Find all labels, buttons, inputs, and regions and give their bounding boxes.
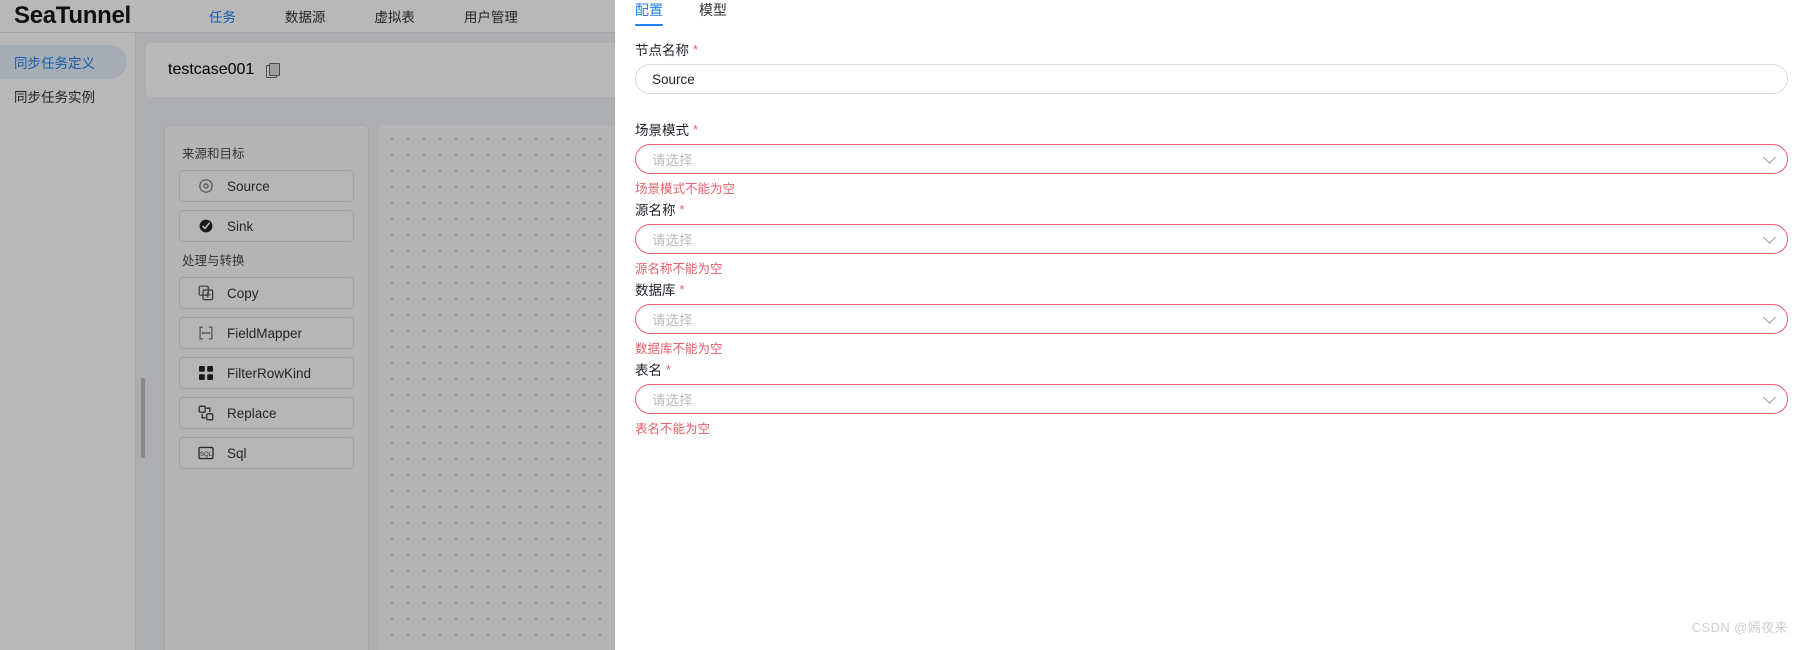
field-label-text: 源名称 <box>635 203 676 218</box>
panel-scrollbar[interactable] <box>141 378 145 458</box>
app-root: SeaTunnel 任务 数据源 虚拟表 用户管理 同步任务定义 同步任务实例 … <box>0 0 1808 650</box>
select-placeholder: 请选择 <box>652 313 693 328</box>
tab-model[interactable]: 模型 <box>699 0 727 26</box>
field-label: 场景模式 * <box>635 116 1788 142</box>
required-asterisk: * <box>693 41 699 57</box>
sidebar-item-task-instance[interactable]: 同步任务实例 <box>0 79 127 113</box>
target-circle-icon <box>199 179 213 193</box>
dag-canvas[interactable] <box>378 125 615 650</box>
sql-box-icon: SQL <box>198 446 214 460</box>
chevron-down-icon <box>1763 151 1776 164</box>
field-scene-mode: 场景模式 * 请选择 场景模式不能为空 <box>635 116 1788 196</box>
svg-text:SQL: SQL <box>200 452 213 458</box>
field-label-text: 场景模式 <box>635 123 689 138</box>
replace-icon <box>198 405 214 421</box>
palette-item-source[interactable]: Source <box>179 170 354 202</box>
palette-item-replace[interactable]: Replace <box>179 397 354 429</box>
config-form: 节点名称 * Source 场景模式 * 请选择 场景模式不能为空 源名称 * … <box>615 28 1808 436</box>
palette-item-copy[interactable]: Copy <box>179 277 354 309</box>
palette-item-sql[interactable]: SQL Sql <box>179 437 354 469</box>
copy-icon[interactable] <box>266 63 281 78</box>
main-nav: 任务 数据源 虚拟表 用户管理 <box>209 6 518 26</box>
table-name-select[interactable]: 请选择 <box>635 384 1788 414</box>
chevron-down-icon <box>1763 311 1776 324</box>
field-error: 源名称不能为空 <box>635 262 723 276</box>
palette-item-sink[interactable]: Sink <box>179 210 354 242</box>
field-mapper-icon <box>199 326 213 340</box>
palette-group-title-sources: 来源和目标 <box>182 147 245 161</box>
palette-item-label: Source <box>227 178 270 194</box>
required-asterisk: * <box>679 201 685 217</box>
palette-item-label: FieldMapper <box>227 325 303 341</box>
tab-config[interactable]: 配置 <box>635 0 663 26</box>
copy-squares-icon <box>198 285 214 301</box>
left-sidebar: 同步任务定义 同步任务实例 <box>0 33 136 650</box>
palette-item-label: Replace <box>227 405 277 421</box>
nav-item-user-management[interactable]: 用户管理 <box>464 6 518 26</box>
nav-item-virtual-table[interactable]: 虚拟表 <box>374 6 415 26</box>
grid-squares-icon <box>199 366 213 380</box>
database-select[interactable]: 请选择 <box>635 304 1788 334</box>
nav-item-tasks[interactable]: 任务 <box>209 6 236 26</box>
field-label: 表名 * <box>635 356 1788 382</box>
background-application: SeaTunnel 任务 数据源 虚拟表 用户管理 同步任务定义 同步任务实例 … <box>0 0 615 650</box>
sidebar-item-task-definition[interactable]: 同步任务定义 <box>0 45 127 79</box>
top-navigation-bar: SeaTunnel 任务 数据源 虚拟表 用户管理 <box>0 0 615 33</box>
palette-item-label: Sql <box>227 445 247 461</box>
nav-item-datasource[interactable]: 数据源 <box>285 6 326 26</box>
field-error: 数据库不能为空 <box>635 342 723 356</box>
field-database: 数据库 * 请选择 数据库不能为空 <box>635 276 1788 356</box>
config-drawer: 配置 模型 节点名称 * Source 场景模式 * 请选择 场景模式不能为空 … <box>615 0 1808 650</box>
field-node-name: 节点名称 * Source <box>635 36 1788 116</box>
required-asterisk: * <box>666 361 672 377</box>
field-source-name: 源名称 * 请选择 源名称不能为空 <box>635 196 1788 276</box>
palette-group-title-transforms: 处理与转换 <box>182 254 245 268</box>
field-label: 数据库 * <box>635 276 1788 302</box>
field-label-text: 数据库 <box>635 283 676 298</box>
node-name-input[interactable]: Source <box>635 64 1788 94</box>
palette-item-fieldmapper[interactable]: FieldMapper <box>179 317 354 349</box>
required-asterisk: * <box>679 281 685 297</box>
palette-item-label: FilterRowKind <box>227 365 312 381</box>
node-palette: 来源和目标 Source Sink 处理与转换 Copy FieldMapper… <box>164 125 369 650</box>
select-placeholder: 请选择 <box>652 393 693 408</box>
select-placeholder: 请选择 <box>652 153 693 168</box>
scene-mode-select[interactable]: 请选择 <box>635 144 1788 174</box>
source-name-select[interactable]: 请选择 <box>635 224 1788 254</box>
field-error <box>635 98 1788 116</box>
app-logo: SeaTunnel <box>14 2 131 29</box>
drawer-tabs: 配置 模型 <box>615 0 1808 28</box>
field-label-text: 节点名称 <box>635 43 689 58</box>
watermark: CSDN @嫣夜来 <box>1691 620 1788 635</box>
page-title: testcase001 <box>168 61 255 78</box>
palette-item-filterrowkind[interactable]: FilterRowKind <box>179 357 354 389</box>
input-value: Source <box>652 71 695 87</box>
filled-check-circle-icon <box>199 219 213 233</box>
field-table-name: 表名 * 请选择 表名不能为空 <box>635 356 1788 436</box>
field-error: 表名不能为空 <box>635 422 711 436</box>
field-error: 场景模式不能为空 <box>635 182 736 196</box>
palette-item-label: Sink <box>227 218 254 234</box>
select-placeholder: 请选择 <box>652 233 693 248</box>
field-label-text: 表名 <box>635 363 662 378</box>
required-asterisk: * <box>693 121 699 137</box>
field-label: 源名称 * <box>635 196 1788 222</box>
dag-editor: 来源和目标 Source Sink 处理与转换 Copy FieldMapper… <box>146 115 615 650</box>
chevron-down-icon <box>1763 391 1776 404</box>
palette-item-label: Copy <box>227 285 259 301</box>
chevron-down-icon <box>1763 231 1776 244</box>
breadcrumb: testcase001 <box>146 43 615 97</box>
field-label: 节点名称 * <box>635 36 1788 62</box>
